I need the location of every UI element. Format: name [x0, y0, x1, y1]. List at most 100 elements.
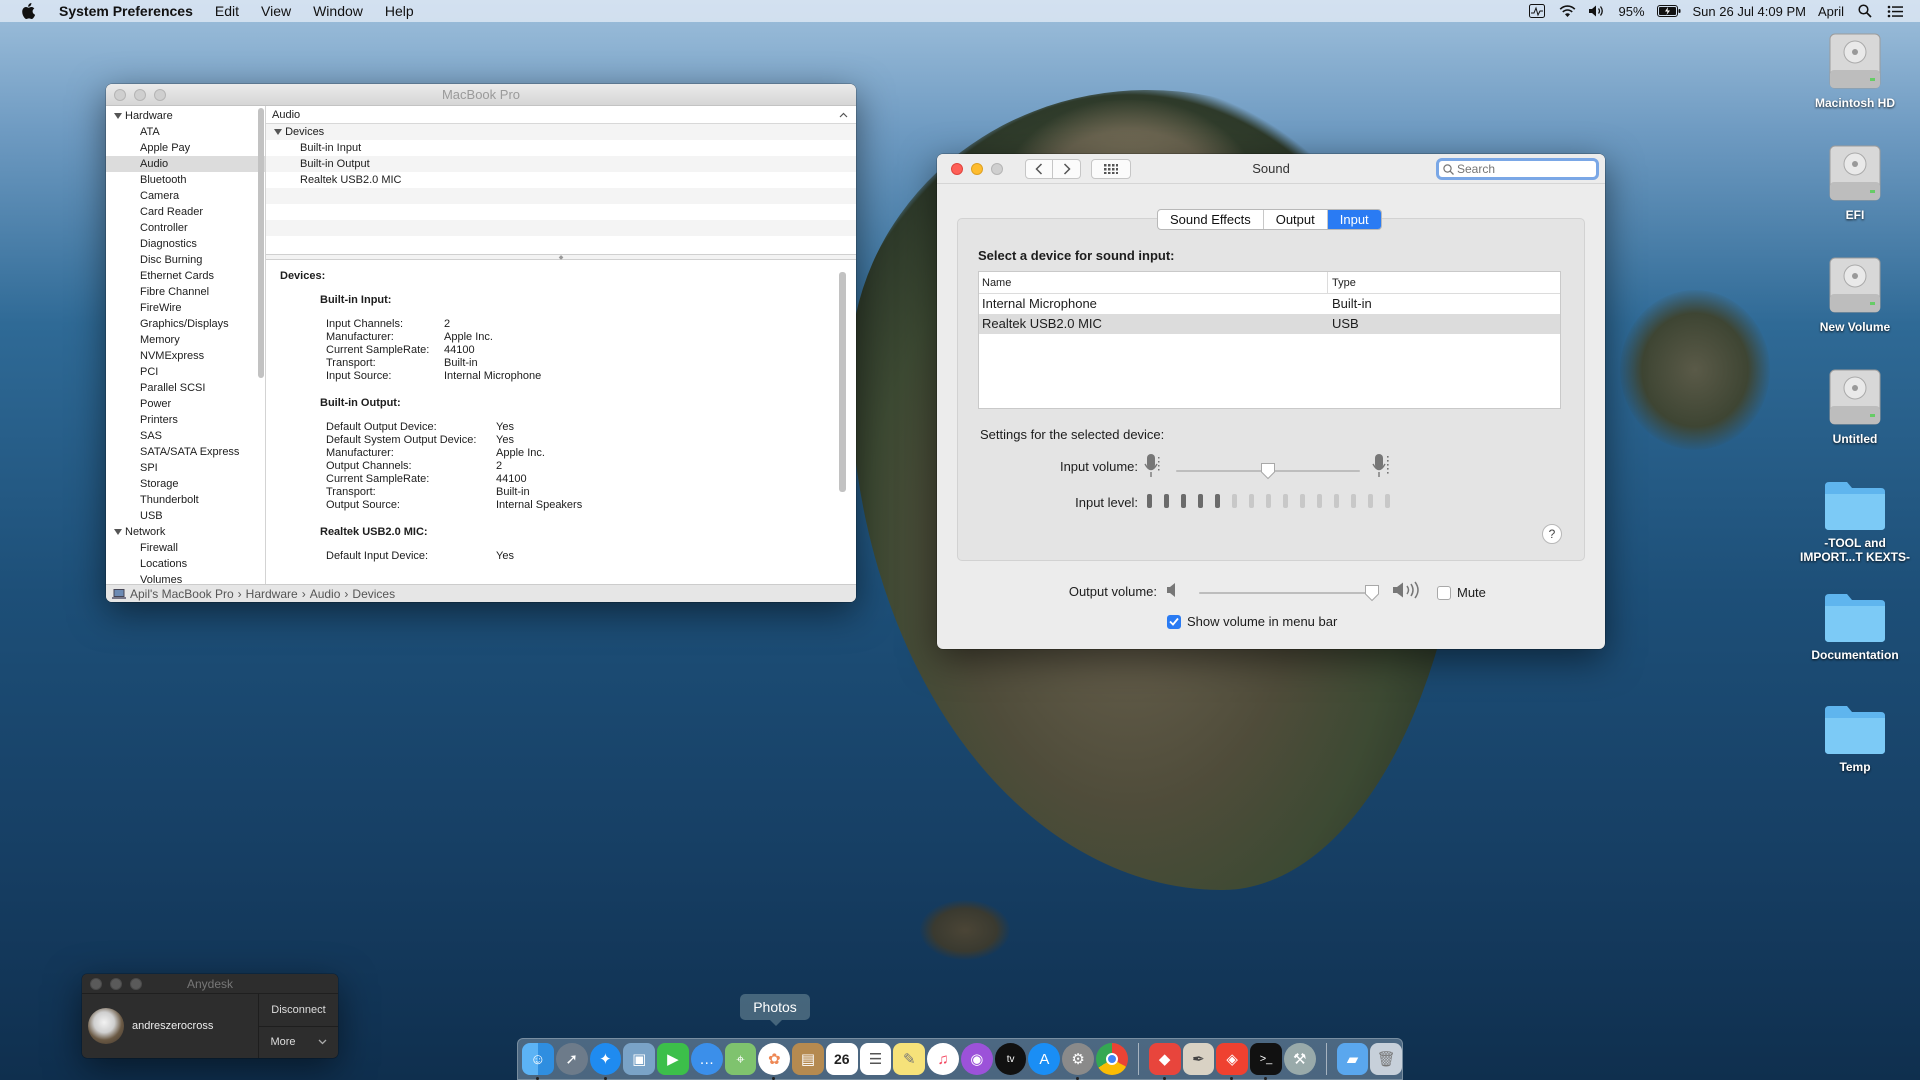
- sidebar-item-power[interactable]: Power: [106, 396, 265, 412]
- trash-icon[interactable]: 🗑: [1370, 1043, 1403, 1075]
- sidebar-item-pci[interactable]: PCI: [106, 364, 265, 380]
- sidebar-item-sas[interactable]: SAS: [106, 428, 265, 444]
- utility-tool-icon[interactable]: ⚒: [1283, 1043, 1316, 1075]
- menubar-user[interactable]: April: [1818, 4, 1844, 19]
- table-group-devices[interactable]: Devices: [266, 124, 856, 140]
- app-store-icon[interactable]: A: [1028, 1043, 1061, 1075]
- table-row-selected[interactable]: Realtek USB2.0 MIC USB: [979, 314, 1560, 334]
- close-button[interactable]: [90, 977, 102, 990]
- input-volume-slider-knob[interactable]: [1260, 462, 1276, 480]
- sidebar-item-camera[interactable]: Camera: [106, 188, 265, 204]
- devices-table[interactable]: Devices Built-in Input Built-in Output R…: [266, 124, 856, 254]
- output-volume-slider-knob[interactable]: [1364, 584, 1380, 602]
- table-row[interactable]: Built-in Output: [266, 156, 856, 172]
- menu-window[interactable]: Window: [302, 3, 374, 19]
- preview-icon[interactable]: ▣: [623, 1043, 656, 1075]
- sidebar-item-ethernet-cards[interactable]: Ethernet Cards: [106, 268, 265, 284]
- mute-checkbox[interactable]: [1437, 585, 1451, 600]
- photos-icon[interactable]: ✿: [758, 1043, 791, 1080]
- sidebar-item-usb[interactable]: USB: [106, 508, 265, 524]
- apple-menu-icon[interactable]: [20, 3, 36, 19]
- sidebar-item-firewall[interactable]: Firewall: [106, 540, 265, 556]
- sidebar-item-memory[interactable]: Memory: [106, 332, 265, 348]
- messages-icon[interactable]: …: [690, 1043, 723, 1075]
- maps-icon[interactable]: ⌖: [724, 1043, 757, 1075]
- reminders-icon[interactable]: ☰: [859, 1043, 892, 1075]
- music-icon[interactable]: ♫: [927, 1043, 959, 1075]
- minimize-button[interactable]: [110, 977, 122, 990]
- column-header-name[interactable]: Name: [979, 272, 1328, 293]
- activity-monitor-icon[interactable]: [1528, 3, 1546, 19]
- tab-input[interactable]: Input: [1327, 210, 1381, 229]
- desktop-icon-efi[interactable]: EFI: [1800, 142, 1910, 222]
- menu-view[interactable]: View: [250, 3, 302, 19]
- show-volume-control[interactable]: Show volume in menu bar: [1167, 614, 1337, 629]
- tab-sound-effects[interactable]: Sound Effects: [1158, 210, 1264, 229]
- sidebar-item-thunderbolt[interactable]: Thunderbolt: [106, 492, 265, 508]
- show-all-button[interactable]: [1091, 158, 1131, 179]
- search-field[interactable]: [1436, 158, 1599, 180]
- desktop-icon-tool-and-import-t-kexts[interactable]: -TOOL and IMPORT...T KEXTS-: [1800, 478, 1910, 564]
- sound-titlebar[interactable]: Sound: [937, 154, 1605, 184]
- sidebar-item-storage[interactable]: Storage: [106, 476, 265, 492]
- calendar-icon[interactable]: 26: [825, 1043, 858, 1075]
- sidebar-item-diagnostics[interactable]: Diagnostics: [106, 236, 265, 252]
- finder-icon[interactable]: ☺: [522, 1043, 554, 1080]
- help-button[interactable]: ?: [1542, 524, 1562, 544]
- safari-icon[interactable]: ✦: [589, 1043, 622, 1080]
- notes-book-icon[interactable]: ▤: [792, 1043, 824, 1075]
- menu-help[interactable]: Help: [374, 3, 425, 19]
- mute-control[interactable]: Mute: [1437, 585, 1486, 600]
- sidebar-item-disc-burning[interactable]: Disc Burning: [106, 252, 265, 268]
- sysinfo-sidebar[interactable]: Hardware ATA Apple Pay Audio Bluetooth Camer…: [106, 106, 266, 584]
- output-volume-slider[interactable]: [1199, 592, 1377, 594]
- sidebar-item-controller[interactable]: Controller: [106, 220, 265, 236]
- table-row[interactable]: Realtek USB2.0 MIC: [266, 172, 856, 188]
- table-row[interactable]: Internal Microphone Built-in: [979, 294, 1560, 314]
- system-preferences-icon[interactable]: ⚙: [1062, 1043, 1095, 1080]
- column-header-type[interactable]: Type: [1328, 272, 1560, 293]
- zoom-button[interactable]: [991, 162, 1003, 175]
- desktop-icon-untitled[interactable]: Untitled: [1800, 366, 1910, 446]
- detail-scrollbar[interactable]: [839, 272, 846, 492]
- desktop-icon-new-volume[interactable]: New Volume: [1800, 254, 1910, 334]
- sidebar-item-firewire[interactable]: FireWire: [106, 300, 265, 316]
- sidebar-item-fibre-channel[interactable]: Fibre Channel: [106, 284, 265, 300]
- control-center-list-icon[interactable]: [1886, 3, 1904, 19]
- zoom-button[interactable]: [154, 88, 166, 101]
- back-button[interactable]: [1025, 158, 1053, 179]
- path-item[interactable]: Apil's MacBook Pro: [130, 585, 234, 603]
- path-item[interactable]: Hardware: [246, 585, 298, 603]
- sidebar-item-printers[interactable]: Printers: [106, 412, 265, 428]
- notes-icon[interactable]: ✎: [893, 1043, 926, 1075]
- zoom-button[interactable]: [130, 977, 142, 990]
- tab-output[interactable]: Output: [1264, 210, 1328, 229]
- sidebar-item-bluetooth[interactable]: Bluetooth: [106, 172, 265, 188]
- sidebar-item-ata[interactable]: ATA: [106, 124, 265, 140]
- sidebar-item-volumes[interactable]: Volumes: [106, 572, 265, 584]
- podcasts-icon[interactable]: ◉: [960, 1043, 993, 1075]
- sidebar-item-card-reader[interactable]: Card Reader: [106, 204, 265, 220]
- sysinfo-titlebar[interactable]: MacBook Pro: [106, 84, 856, 106]
- sidebar-item-graphics-displays[interactable]: Graphics/Displays: [106, 316, 265, 332]
- script-editor-icon[interactable]: ✒: [1182, 1043, 1215, 1075]
- desktop-icon-temp[interactable]: Temp: [1800, 702, 1910, 774]
- menubar-clock[interactable]: Sun 26 Jul 4:09 PM: [1693, 4, 1806, 19]
- apple-tv-icon[interactable]: tv: [994, 1043, 1027, 1075]
- sidebar-item-spi[interactable]: SPI: [106, 460, 265, 476]
- desktop-icon-documentation[interactable]: Documentation: [1800, 590, 1910, 662]
- spotlight-search-icon[interactable]: [1856, 3, 1874, 19]
- facetime-icon[interactable]: ▶: [657, 1043, 689, 1075]
- desktop-icon-macintosh-hd[interactable]: Macintosh HD: [1800, 30, 1910, 110]
- terminal-icon[interactable]: >_: [1250, 1043, 1282, 1080]
- sidebar-item-parallel-scsi[interactable]: Parallel SCSI: [106, 380, 265, 396]
- git-client-icon[interactable]: ◆: [1148, 1043, 1181, 1080]
- sidebar-item-sata-sata-express[interactable]: SATA/SATA Express: [106, 444, 265, 460]
- disconnect-button[interactable]: Disconnect: [259, 994, 338, 1027]
- menu-edit[interactable]: Edit: [204, 3, 250, 19]
- sidebar-item-apple-pay[interactable]: Apple Pay: [106, 140, 265, 156]
- close-button[interactable]: [951, 162, 963, 175]
- battery-charging-icon[interactable]: [1656, 3, 1681, 19]
- sidebar-item-audio[interactable]: Audio: [106, 156, 265, 172]
- sidebar-scrollbar[interactable]: [257, 108, 265, 378]
